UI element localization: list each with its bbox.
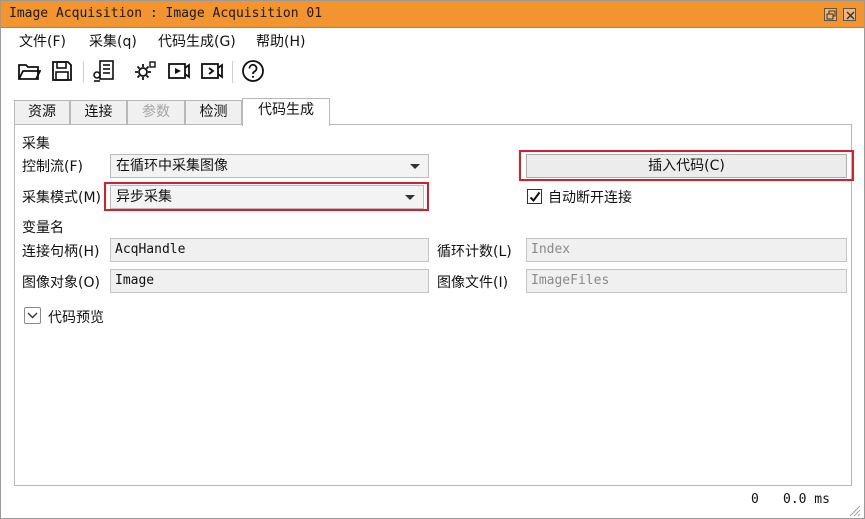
chevron-down-icon	[27, 312, 38, 319]
tab-parameters: 参数	[127, 100, 185, 125]
toolbar-separator	[83, 61, 84, 83]
chevron-down-icon	[410, 164, 420, 169]
toolbar	[1, 53, 864, 91]
menu-acquire[interactable]: 采集(q)	[89, 31, 137, 51]
connection-handle-field[interactable]: AcqHandle	[110, 238, 429, 262]
live-video-icon	[168, 63, 190, 79]
list-settings-icon	[93, 60, 114, 82]
status-time: 0.0 ms	[783, 492, 830, 507]
code-preview-toggle[interactable]	[24, 307, 41, 324]
menu-code-generation[interactable]: 代码生成(G)	[158, 31, 236, 51]
tab-code-generation[interactable]: 代码生成	[242, 98, 330, 126]
live-button[interactable]	[165, 57, 193, 85]
code-preview-label: 代码预览	[48, 310, 104, 326]
acquisition-mode-select[interactable]: 异步采集	[110, 185, 424, 209]
image-object-field[interactable]: Image	[110, 269, 429, 293]
acquisition-mode-value: 异步采集	[116, 189, 172, 205]
tab-resources[interactable]: 资源	[14, 100, 70, 125]
tab-connection[interactable]: 连接	[70, 100, 127, 125]
chevron-down-icon	[405, 195, 415, 200]
code-generation-panel: 采集 控制流(F) 在循环中采集图像 插入代码(C) 采集模式(M) 异步采集 …	[14, 124, 854, 486]
image-files-label: 图像文件(I)	[437, 275, 509, 291]
section-acquisition-heading: 采集	[22, 136, 50, 152]
save-icon	[52, 61, 72, 81]
loop-counter-field[interactable]: Index	[526, 238, 847, 262]
menu-file[interactable]: 文件(F)	[19, 31, 66, 51]
control-flow-select[interactable]: 在循环中采集图像	[110, 154, 429, 178]
open-folder-icon	[18, 64, 41, 80]
help-button[interactable]	[239, 57, 267, 85]
snap-button[interactable]	[198, 57, 226, 85]
auto-disconnect-checkbox[interactable]	[527, 189, 542, 204]
section-variables-heading: 变量名	[22, 220, 64, 236]
resize-grip-icon[interactable]	[847, 503, 861, 517]
status-count: 0	[751, 492, 759, 507]
tab-inspection[interactable]: 检测	[185, 100, 242, 125]
save-button[interactable]	[48, 57, 76, 85]
control-flow-label: 控制流(F)	[22, 159, 83, 175]
control-flow-value: 在循环中采集图像	[116, 158, 228, 174]
help-icon	[242, 60, 264, 82]
list-settings-button[interactable]	[90, 57, 118, 85]
image-acquisition-window: Image Acquisition : Image Acquisition 01…	[0, 0, 865, 519]
checkmark-icon	[529, 191, 541, 203]
title-bar: Image Acquisition : Image Acquisition 01	[1, 1, 864, 28]
acquisition-mode-label: 采集模式(M)	[22, 190, 102, 206]
close-icon	[846, 11, 855, 20]
snap-video-icon	[201, 63, 223, 79]
restore-icon	[826, 10, 836, 20]
device-settings-button[interactable]	[131, 57, 159, 85]
close-button[interactable]	[843, 8, 856, 21]
menu-help[interactable]: 帮助(H)	[256, 31, 305, 51]
loop-counter-label: 循环计数(L)	[437, 244, 512, 260]
restore-button[interactable]	[824, 8, 837, 21]
open-button[interactable]	[15, 57, 43, 85]
toolbar-separator	[232, 61, 233, 83]
connection-handle-label: 连接句柄(H)	[22, 244, 100, 260]
image-files-field[interactable]: ImageFiles	[526, 269, 847, 293]
insert-code-button[interactable]: 插入代码(C)	[526, 154, 847, 178]
window-title: Image Acquisition : Image Acquisition 01	[9, 6, 323, 21]
auto-disconnect-label: 自动断开连接	[548, 190, 632, 206]
gear-device-icon	[135, 61, 156, 80]
image-object-label: 图像对象(O)	[22, 275, 100, 291]
menu-bar: 文件(F) 采集(q) 代码生成(G) 帮助(H)	[1, 29, 864, 51]
